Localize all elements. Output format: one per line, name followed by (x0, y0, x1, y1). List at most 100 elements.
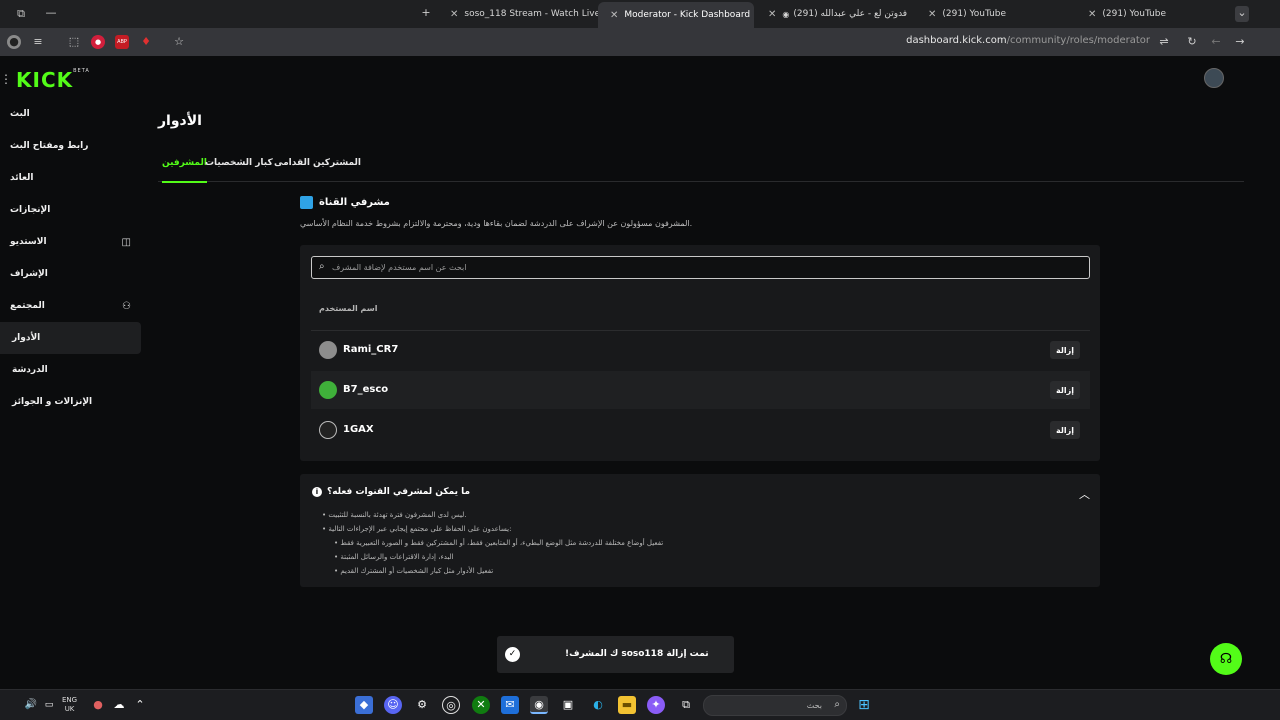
close-icon[interactable]: ✕ (610, 10, 618, 21)
windows-start-icon[interactable]: ⊞ (855, 696, 873, 714)
sidebar-item-revenue[interactable]: العائد (0, 162, 141, 194)
chrome-icon[interactable]: ◉ (530, 696, 548, 714)
url-host: dashboard.kick.com (906, 35, 1007, 46)
bookmark-star-icon[interactable]: ☆ (172, 35, 186, 49)
toast-message: !ك المشرف soso118 تمت إزالة (565, 649, 709, 659)
username: B7_esco (343, 384, 389, 395)
tab-title: (291) فدوتن لع - علي عبدالله (793, 9, 908, 19)
tab-search-icon[interactable]: ⌄ (1235, 6, 1249, 22)
page-title: الأدوار (158, 113, 202, 129)
menu-icon[interactable]: ⋮ (0, 72, 12, 86)
microphone-icon[interactable]: ● (89, 696, 107, 714)
moderator-icon (300, 196, 313, 209)
close-icon[interactable]: ✕ (928, 9, 936, 20)
tab-title: (291) YouTube (942, 9, 1007, 19)
cloud-icon[interactable]: ☁ (110, 696, 128, 714)
close-icon[interactable]: ✕ (1088, 9, 1096, 20)
minimize-icon[interactable]: — (44, 6, 58, 20)
moderators-panel: ⌕ اسم المستخدم Rami_CR7 إزالة B7_esco إز… (300, 245, 1100, 461)
extension-icon[interactable]: ● (91, 35, 105, 49)
chevron-up-icon[interactable]: ︿ (1079, 486, 1090, 502)
xbox-icon[interactable]: ✕ (472, 696, 490, 714)
chevron-up-icon[interactable]: ⌃ (131, 696, 149, 714)
faq-list: • ليس لدى المشرفون فترة تهدئة بالنسبة لل… (322, 508, 663, 578)
section-title: مشرفي القناة (300, 196, 390, 209)
column-header-username: اسم المستخدم (319, 304, 378, 313)
sidebar-item-moderation[interactable]: الإشراف (0, 258, 141, 290)
obs-icon[interactable]: ◎ (442, 696, 460, 714)
region-text: UK (64, 705, 75, 713)
username: Rami_CR7 (343, 344, 399, 355)
remove-button[interactable]: إزالة (1050, 341, 1080, 359)
list-item: • تفعيل الأدوار مثل كبار الشخصيات أو الم… (334, 567, 494, 575)
new-tab-icon[interactable]: + (419, 6, 433, 20)
window-icon[interactable]: ⧉ (14, 7, 28, 21)
volume-icon[interactable]: 🔊 (22, 696, 40, 714)
task-view-icon[interactable]: ⧉ (677, 696, 695, 714)
tab-youtube-video[interactable]: ✕ ◉ (291) فدوتن لع - علي عبدالله (756, 0, 916, 28)
sidebar-item-roles[interactable]: الأدوار (0, 322, 141, 354)
faq-header[interactable]: i ما يمكن لمشرفي القنوات فعله؟ (312, 487, 470, 497)
reload-icon[interactable]: ↻ (1185, 35, 1199, 49)
store-icon[interactable]: ▣ (559, 696, 577, 714)
extensions-icon[interactable]: ⬚ (67, 35, 81, 49)
network-icon[interactable]: ▭ (40, 696, 58, 714)
search-label: بحث (806, 701, 822, 710)
toast-notification: ✓ !ك المشرف soso118 تمت إزالة (497, 636, 734, 673)
language-indicator[interactable]: ENG UK (62, 696, 77, 714)
tab-title: (291) YouTube (1102, 9, 1167, 19)
back-icon[interactable]: → (1233, 35, 1247, 49)
tab-moderators[interactable]: المشرفين (162, 158, 207, 183)
close-icon[interactable]: ✕ (768, 9, 776, 20)
taskbar-search[interactable]: بحث ⌕ (703, 695, 847, 716)
sidebar-item-label: الإشراف (10, 269, 48, 279)
list-item: • تفعيل أوضاع مختلفة للدردشة مثل الوضع ا… (334, 539, 664, 547)
sidebar-item-community[interactable]: المجتمع ⚇ (0, 290, 141, 322)
sidebar-item-chat[interactable]: الدردشة (0, 354, 141, 386)
info-icon: i (312, 487, 322, 497)
avatar (319, 341, 337, 359)
user-avatar[interactable] (1204, 68, 1224, 88)
list-item-text: تفعيل الأدوار مثل كبار الشخصيات أو المشت… (340, 567, 494, 575)
profile-icon[interactable]: ● (7, 35, 21, 49)
site-settings-icon[interactable]: ⇌ (1157, 35, 1171, 49)
check-icon: ✓ (505, 647, 520, 662)
address-bar: ● ≡ ⬚ ● ABP ♦ ☆ dashboard.kick.com/commu… (0, 28, 1280, 56)
discord-icon[interactable]: ☺ (384, 696, 402, 714)
tab-og-subscribers[interactable]: المشتركين القدامى (274, 158, 361, 168)
shield-app-icon[interactable]: ◆ (355, 696, 373, 714)
search-input[interactable] (332, 259, 1072, 276)
copilot-icon[interactable]: ✦ (647, 696, 665, 714)
help-button[interactable]: ☊ (1210, 643, 1242, 675)
tab-stream[interactable]: ✕ soso_118 Stream - Watch Live o (438, 0, 598, 28)
settings-icon[interactable]: ⚙ (413, 696, 431, 714)
search-icon: ⌕ (319, 261, 325, 272)
remove-button[interactable]: إزالة (1050, 381, 1080, 399)
sidebar-item-drops[interactable]: الإنزالات و الجوائز (0, 386, 141, 418)
tab-youtube-1[interactable]: ✕ (291) YouTube (916, 0, 1066, 28)
sidebar-item-achievements[interactable]: الإنجازات (0, 194, 141, 226)
tab-youtube-2[interactable]: ✕ (291) YouTube (1076, 0, 1226, 28)
audio-icon: ◉ (782, 9, 790, 19)
beta-badge: BETA (73, 68, 90, 74)
tab-moderator[interactable]: ✕ Moderator - Kick Dashboard (598, 2, 754, 28)
forward-icon[interactable]: ← (1209, 35, 1223, 49)
sidebar-item-stream-key[interactable]: رابط ومفتاح البث (0, 130, 141, 162)
sidebar-item-studio[interactable]: الاستديو ◫ (0, 226, 141, 258)
table-row: Rami_CR7 إزالة (311, 331, 1090, 369)
url-field[interactable]: dashboard.kick.com/community/roles/moder… (906, 35, 1150, 46)
sidebar-item-stream[interactable]: البث (0, 98, 141, 130)
tab-vips[interactable]: كبار الشخصيات (205, 158, 273, 168)
kick-logo[interactable]: KICKBETA (16, 68, 90, 92)
search-field[interactable]: ⌕ (311, 256, 1090, 279)
reading-list-icon[interactable]: ≡ (31, 35, 45, 49)
edge-icon[interactable]: ◐ (589, 696, 607, 714)
list-item-text: ليس لدى المشرفون فترة تهدئة بالنسبة للتث… (328, 511, 467, 519)
extension-icon[interactable]: ♦ (139, 35, 153, 49)
close-icon[interactable]: ✕ (450, 9, 458, 20)
mail-icon[interactable]: ✉ (501, 696, 519, 714)
folder-icon[interactable]: ▬ (618, 696, 636, 714)
adblock-icon[interactable]: ABP (115, 35, 129, 49)
add-user-icon: ⚇ (122, 300, 131, 312)
remove-button[interactable]: إزالة (1050, 421, 1080, 439)
